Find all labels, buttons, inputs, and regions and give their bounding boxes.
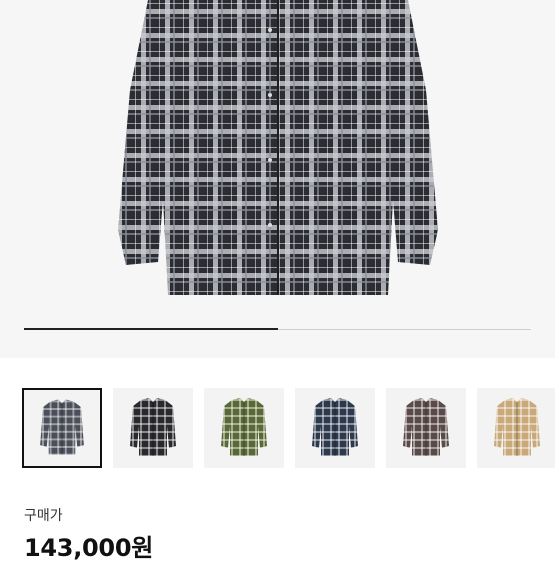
plaid-shirt-red-grey-icon — [403, 398, 449, 456]
plaid-shirt-beige-icon — [494, 398, 540, 456]
plaid-shirt-navy-icon — [312, 398, 358, 456]
plaid-shirt-black-icon — [130, 398, 176, 456]
plaid-shirt-black-grey-icon — [40, 399, 84, 455]
price-value: 143,000원 — [24, 534, 153, 562]
thumbnail-plaid-shirt-red-grey[interactable] — [386, 388, 466, 468]
thumbnail-plaid-shirt-navy[interactable] — [295, 388, 375, 468]
product-image-gallery[interactable] — [0, 0, 555, 358]
plaid-shirt-image — [118, 0, 438, 295]
price-label: 구매가 — [24, 508, 63, 524]
plaid-shirt-olive-icon — [221, 398, 267, 456]
gallery-progress-bar — [24, 328, 531, 330]
thumbnail-plaid-shirt-black-grey[interactable] — [22, 388, 102, 468]
thumbnail-list — [22, 388, 555, 468]
gallery-progress-fill — [24, 328, 278, 330]
thumbnail-plaid-shirt-black[interactable] — [113, 388, 193, 468]
thumbnail-plaid-shirt-olive[interactable] — [204, 388, 284, 468]
thumbnail-plaid-shirt-beige[interactable] — [477, 388, 555, 468]
